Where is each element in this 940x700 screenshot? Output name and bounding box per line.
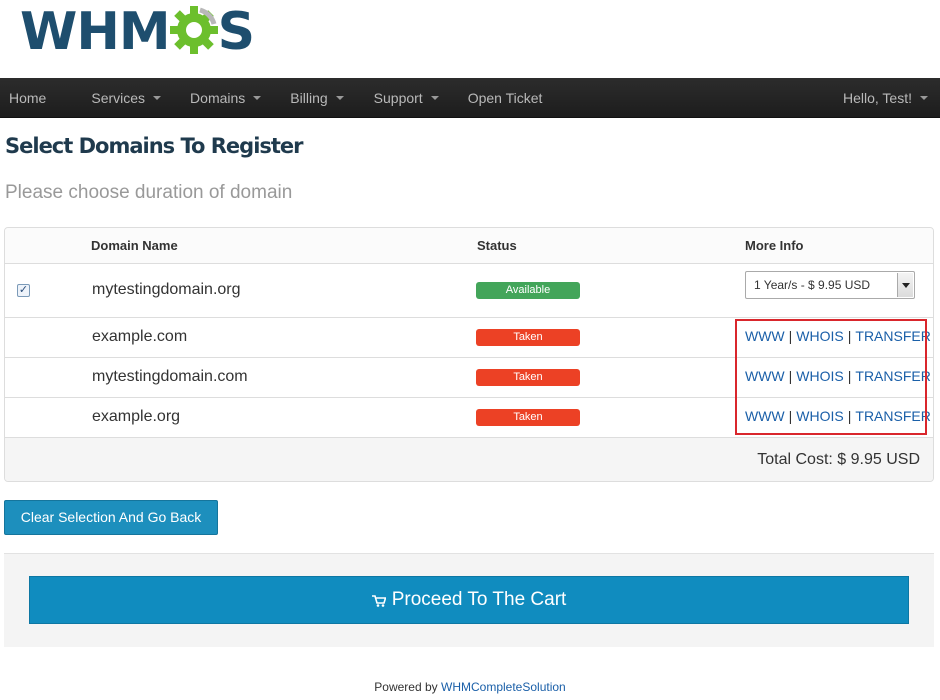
main-navbar: Home Services Domains Billing Support Op… [0,78,940,118]
logo-text-left: WHM [20,2,171,62]
user-greeting: Hello, Test! [843,89,912,106]
table-row: ✓ mytestingdomain.org Available 1 Year/s… [5,264,933,318]
nav-user-menu[interactable]: Hello, Test! [834,78,940,118]
nav-home[interactable]: Home [0,78,55,118]
table-row: example.org Taken WWW | WHOIS | TRANSFER [5,398,933,438]
link-separator: | [788,328,793,344]
www-link[interactable]: WWW [745,328,785,344]
dropdown-arrow-icon[interactable] [897,273,913,297]
header-more-info: More Info [745,238,804,253]
proceed-to-cart-label: Proceed To The Cart [391,589,567,610]
footer: Powered by WHMCompleteSolution [0,680,940,694]
nav-support[interactable]: Support [365,78,448,118]
total-row: Total Cost: $ 9.95 USD [5,438,933,481]
page-title: Select Domains To Register [5,134,304,158]
domain-name: example.org [92,408,181,425]
nav-label: Services [91,89,146,106]
gear-icon [169,6,218,54]
more-info-links: WWW | WHOIS | TRANSFER [745,328,931,344]
transfer-link[interactable]: TRANSFER [855,328,930,344]
link-separator: | [788,408,793,424]
caret-down-icon [153,95,162,100]
table-row: mytestingdomain.com Taken WWW | WHOIS | TRAN… [5,358,933,398]
logo-text-right: S [217,2,255,62]
domains-table: Domain Name Status More Info ✓ mytesting… [4,227,934,482]
shopping-cart-icon [371,595,386,607]
nav-label: Home [9,89,47,106]
footer-link[interactable]: WHMCompleteSolution [441,680,566,694]
link-separator: | [847,328,852,344]
more-info-links: WWW | WHOIS | TRANSFER [745,408,931,424]
whmcs-logo[interactable]: WHM S [20,2,255,62]
status-badge-taken: Taken [476,329,580,346]
transfer-link[interactable]: TRANSFER [855,408,930,424]
nav-open-ticket[interactable]: Open Ticket [459,78,552,118]
cart-panel: Proceed To The Cart [4,553,934,647]
duration-select[interactable]: 1 Year/s - $ 9.95 USD [745,271,915,299]
proceed-to-cart-button[interactable]: Proceed To The Cart [29,576,909,624]
nav-domains[interactable]: Domains [181,78,270,118]
page-subtitle: Please choose duration of domain [5,182,293,203]
header-domain-name: Domain Name [91,238,178,253]
domain-name: example.com [92,328,188,345]
domain-select-checkbox[interactable]: ✓ [17,284,30,297]
status-badge-available: Available [476,282,580,299]
www-link[interactable]: WWW [745,408,785,424]
link-separator: | [847,408,852,424]
whois-link[interactable]: WHOIS [796,328,843,344]
table-header-row: Domain Name Status More Info [5,228,933,264]
nav-label: Domains [190,89,246,106]
total-cost: Total Cost: $ 9.95 USD [757,451,920,468]
more-info-links: WWW | WHOIS | TRANSFER [745,368,931,384]
header-status: Status [477,238,517,253]
domain-name: mytestingdomain.com [92,368,248,385]
duration-selected-value: 1 Year/s - $ 9.95 USD [754,278,871,292]
nav-label: Billing [290,89,328,106]
caret-down-icon [920,95,928,100]
www-link[interactable]: WWW [745,368,785,384]
domain-name: mytestingdomain.org [92,281,241,298]
nav-billing[interactable]: Billing [281,78,352,118]
whois-link[interactable]: WHOIS [796,408,843,424]
link-separator: | [788,368,793,384]
nav-services[interactable]: Services [82,78,170,118]
transfer-link[interactable]: TRANSFER [855,368,930,384]
caret-down-icon [253,95,262,100]
status-badge-taken: Taken [476,409,580,426]
status-badge-taken: Taken [476,369,580,386]
caret-down-icon [335,95,344,100]
whois-link[interactable]: WHOIS [796,368,843,384]
link-separator: | [847,368,852,384]
clear-selection-button[interactable]: Clear Selection And Go Back [4,500,218,535]
nav-label: Open Ticket [467,89,543,106]
caret-down-icon [430,95,439,100]
table-row: example.com Taken WWW | WHOIS | TRANSFER [5,318,933,358]
nav-label: Support [373,89,423,106]
footer-prefix: Powered by [374,680,438,694]
